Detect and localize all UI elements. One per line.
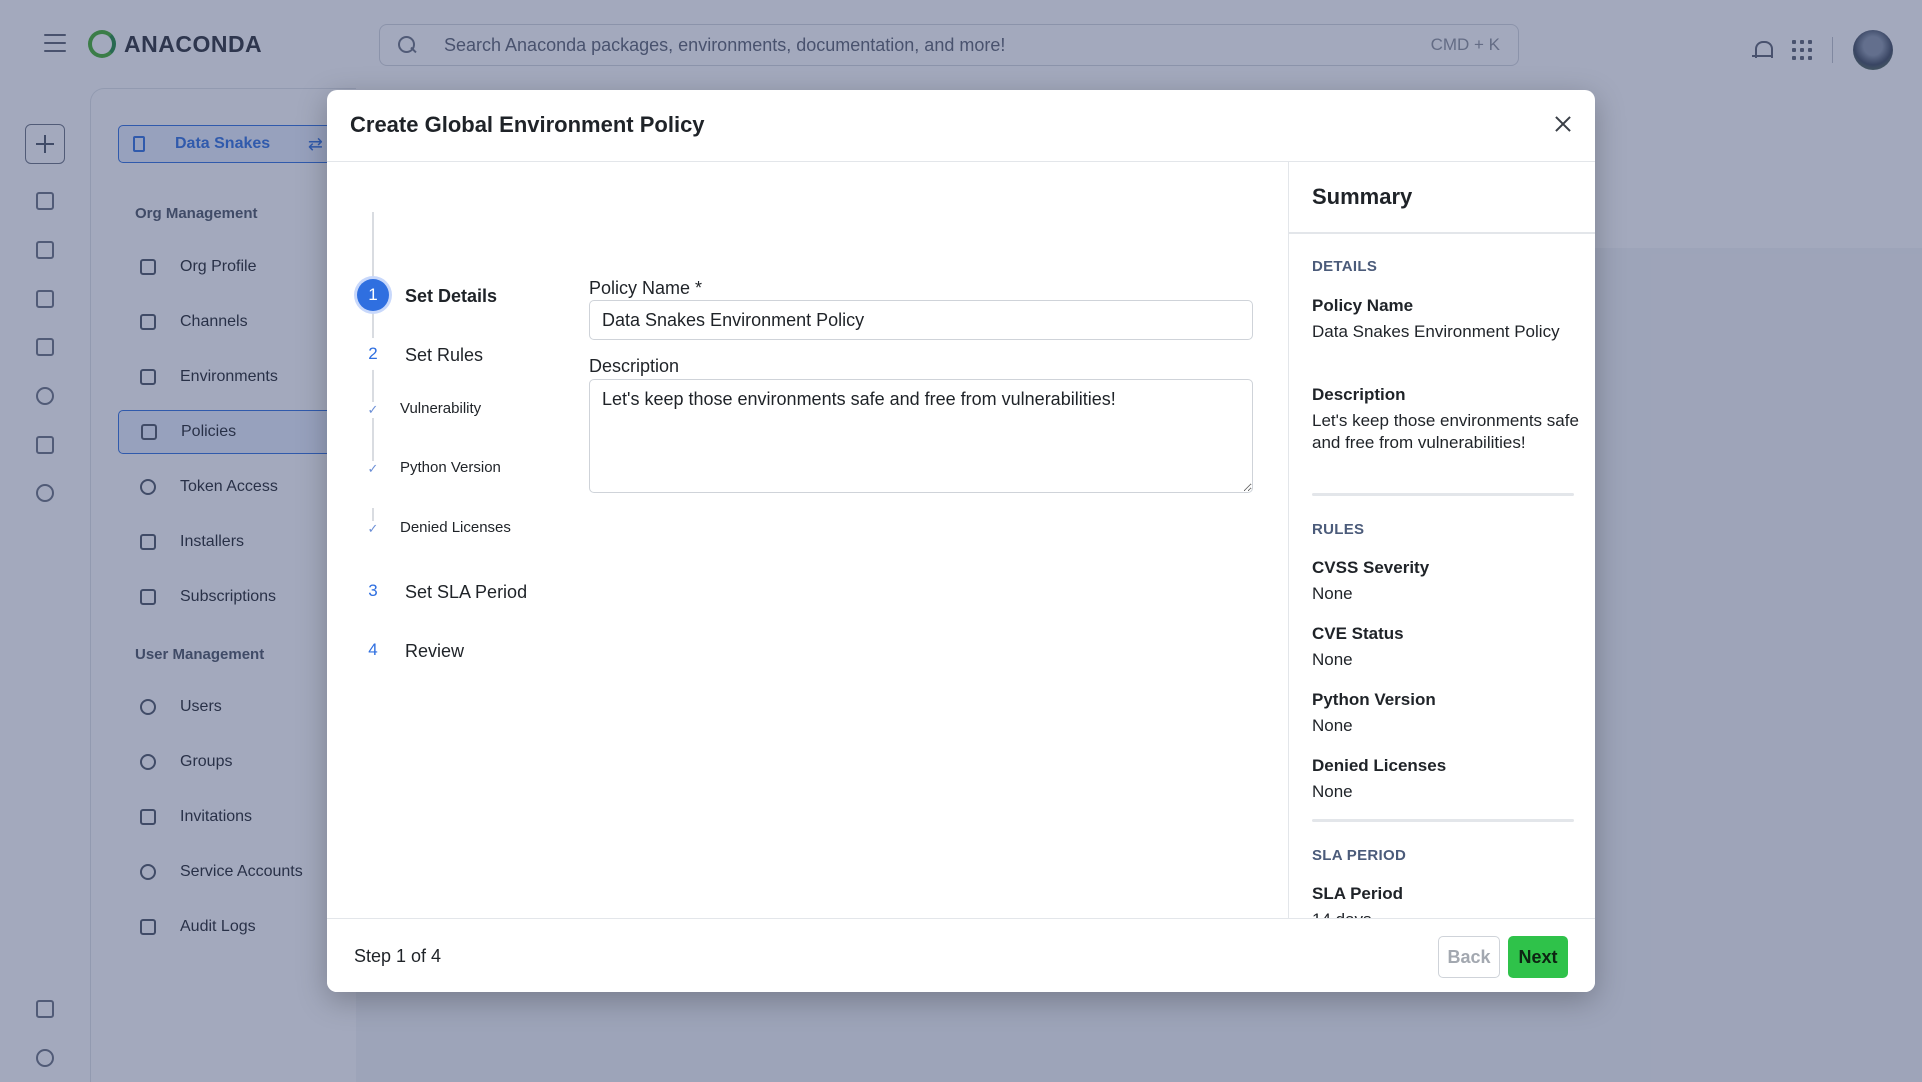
step-4-indicator[interactable]: 4 [357, 634, 389, 666]
next-button[interactable]: Next [1508, 936, 1568, 978]
back-button[interactable]: Back [1438, 936, 1500, 978]
summary-cvss-key: CVSS Severity [1312, 558, 1430, 577]
substep-vulnerability[interactable]: Vulnerability [400, 400, 481, 417]
modal-footer: Step 1 of 4 Back Next [327, 918, 1595, 992]
summary-sla-heading: SLA PERIOD [1312, 847, 1407, 864]
description-label: Description [589, 356, 680, 376]
step-2-label[interactable]: Set Rules [405, 345, 483, 366]
summary-rules-heading: RULES [1312, 521, 1365, 538]
stepper: 1 Set Details 2 Set Rules ✓ Vulnerabilit… [327, 162, 557, 918]
check-icon: ✓ [365, 402, 381, 418]
step-4-label[interactable]: Review [405, 641, 464, 662]
step-3-label[interactable]: Set SLA Period [405, 582, 527, 603]
summary-python-value: None [1312, 716, 1353, 735]
summary-description-value: Let's keep those environments safe and f… [1312, 411, 1579, 452]
close-icon[interactable] [1553, 114, 1573, 134]
summary-divider [1312, 819, 1574, 822]
substep-python-version[interactable]: Python Version [400, 459, 501, 476]
summary-policy-name-value: Data Snakes Environment Policy [1312, 322, 1560, 341]
modal-title: Create Global Environment Policy [350, 112, 705, 137]
step-1-label[interactable]: Set Details [405, 286, 497, 307]
summary-divider [1312, 493, 1574, 496]
policy-name-input[interactable] [589, 300, 1253, 340]
summary-licenses-value: None [1312, 782, 1353, 801]
summary-description-key: Description [1312, 385, 1406, 404]
step-1-indicator[interactable]: 1 [357, 279, 389, 311]
summary-policy-name-key: Policy Name [1312, 296, 1414, 315]
modal-header: Create Global Environment Policy [327, 90, 1595, 162]
summary-panel: Summary DETAILS Policy Name Data Snakes … [1288, 162, 1595, 918]
summary-details-heading: DETAILS [1312, 258, 1378, 275]
step-counter: Step 1 of 4 [354, 946, 442, 966]
summary-title: Summary [1312, 184, 1413, 209]
summary-cvss-value: None [1312, 584, 1353, 603]
step-3-indicator[interactable]: 3 [357, 575, 389, 607]
summary-cve-key: CVE Status [1312, 624, 1404, 643]
create-policy-modal: Create Global Environment Policy 1 Set D… [327, 90, 1595, 992]
summary-python-key: Python Version [1312, 690, 1436, 709]
substep-denied-licenses[interactable]: Denied Licenses [400, 519, 511, 536]
check-icon: ✓ [365, 521, 381, 537]
step-2-indicator[interactable]: 2 [357, 338, 389, 370]
check-icon: ✓ [365, 461, 381, 477]
summary-sla-key: SLA Period [1312, 884, 1403, 903]
summary-header: Summary [1289, 162, 1595, 234]
policy-name-label: Policy Name * [589, 278, 703, 298]
description-textarea[interactable]: Let's keep those environments safe and f… [589, 379, 1253, 493]
summary-sla-value: 14 days [1312, 909, 1580, 918]
policy-details-form: Policy Name * Description Let's keep tho… [589, 162, 1289, 918]
summary-cve-value: None [1312, 650, 1353, 669]
summary-licenses-key: Denied Licenses [1312, 756, 1447, 775]
